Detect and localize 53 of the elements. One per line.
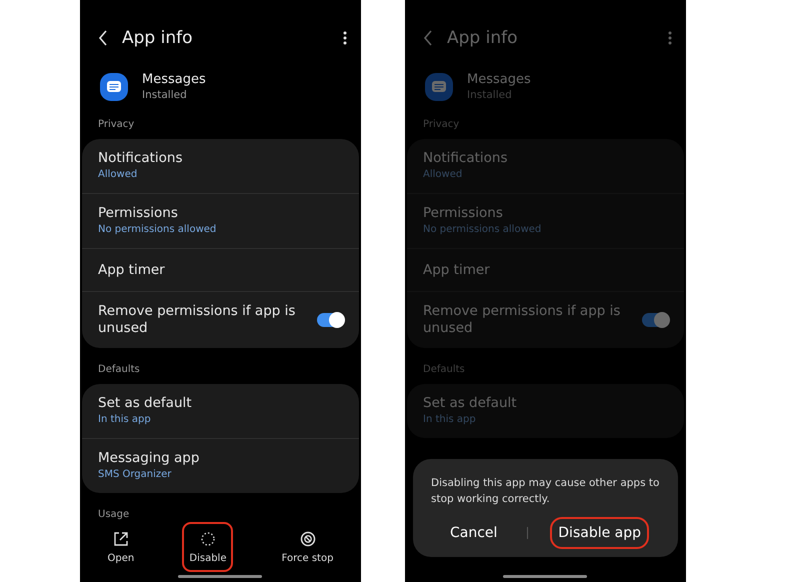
more-options-icon [343,31,347,45]
more-options-button[interactable] [341,29,349,47]
app-name: Messages [142,71,206,88]
toggle-switch[interactable] [317,313,343,327]
page-title: App info [122,28,194,48]
setting-value: SMS Organizer [98,468,172,482]
setting-value: No permissions allowed [98,223,218,237]
settings-row[interactable]: Permissions No permissions allowed [82,193,359,248]
settings-row[interactable]: Set as default In this app [82,384,359,438]
app-name: Messages [467,71,531,88]
setting-title: Permissions [423,205,504,222]
settings-row[interactable]: Remove permissions if app is unused [82,291,359,348]
app-status: Installed [142,88,188,103]
setting-title: Notifications [98,150,184,167]
setting-title: Set as default [423,395,518,412]
messages-app-icon [100,73,128,101]
setting-title: Permissions [98,205,179,222]
section-label: Privacy [97,118,136,132]
action-button[interactable]: Open [100,522,142,572]
setting-value: Allowed [98,168,138,182]
more-options-icon [668,31,672,45]
stop-icon [298,530,317,548]
setting-title: Remove permissions if app is unused [423,303,622,337]
settings-row[interactable]: App timer [82,248,359,291]
dialog-message: Disabling this app may cause other apps to stop working correctly. [431,476,660,507]
back-icon [423,30,433,46]
action-button[interactable]: Disable [182,522,234,572]
open-in-new-icon [112,530,130,548]
setting-value: No permissions allowed [423,223,542,237]
section-label: Defaults [422,363,466,377]
setting-value: In this app [98,413,152,427]
dialog-button[interactable]: Disable app [550,517,650,549]
setting-title: Remove permissions if app is unused [98,303,296,337]
setting-title: Messaging app [98,450,200,467]
setting-title: App timer [423,262,491,278]
dialog-button[interactable]: Cancel [442,517,506,549]
settings-row[interactable]: Notifications Allowed [82,139,359,193]
setting-title: App timer [98,262,166,278]
setting-value: Allowed [423,168,464,182]
section-label: Defaults [97,363,141,377]
action-button[interactable]: Force stop [274,522,340,572]
toggle-switch[interactable] [642,313,668,327]
dotted-circle-icon [198,530,217,548]
settings-row[interactable]: Messaging app SMS Organizer [82,438,359,493]
setting-value: In this app [423,413,477,427]
section-label: Usage [97,508,130,520]
messages-app-icon [425,73,453,101]
page-title: App info [447,28,518,48]
setting-title: Notifications [423,150,508,167]
setting-title: Set as default [98,395,193,412]
section-label: Privacy [422,118,460,132]
app-status: Installed [467,88,513,103]
back-icon [98,30,108,46]
